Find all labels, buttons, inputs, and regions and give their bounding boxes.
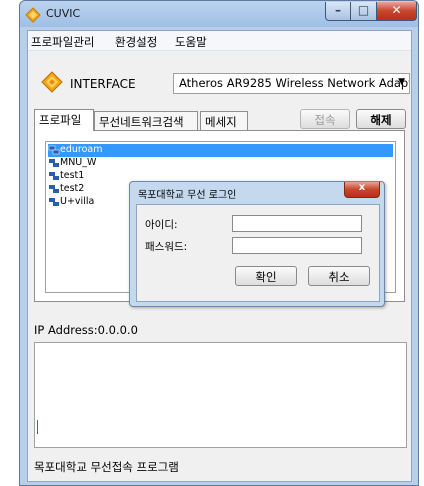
cancel-button[interactable]: 취소 <box>308 266 370 286</box>
diamond-logo-icon <box>41 71 63 93</box>
menu-settings[interactable]: 환경설정 <box>115 34 157 50</box>
window-title: CUVIC <box>46 7 81 20</box>
interface-label: INTERFACE <box>70 77 136 91</box>
id-field[interactable] <box>232 215 362 232</box>
dialog-body: 아이디: 패스워드: 확인 취소 <box>136 204 380 302</box>
title-bar[interactable]: CUVIC – □ ✕ <box>20 1 418 29</box>
password-field[interactable] <box>232 237 362 254</box>
menu-profile-management[interactable]: 프로파일관리 <box>31 34 94 50</box>
app-window: CUVIC – □ ✕ 프로파일관리 환경설정 도움말 INTERFACE At… <box>19 0 419 486</box>
connect-button[interactable]: 접속 <box>300 109 350 129</box>
disconnect-button[interactable]: 해제 <box>356 109 406 129</box>
log-textarea[interactable] <box>34 342 407 448</box>
close-icon: x <box>358 182 366 193</box>
list-item[interactable]: eduroam <box>48 144 393 157</box>
network-profile-icon <box>49 158 59 167</box>
client-area: 프로파일관리 환경설정 도움말 INTERFACE Atheros AR9285… <box>27 30 412 482</box>
status-text: 목포대학교 무선접속 프로그램 <box>34 460 179 474</box>
minimize-button[interactable]: – <box>325 2 351 21</box>
tab-messages[interactable]: 메세지 <box>200 111 248 130</box>
list-item[interactable]: MNU_W <box>48 157 393 170</box>
ip-address-label: IP Address:0.0.0.0 <box>34 323 138 337</box>
network-profile-icon <box>49 184 59 193</box>
diamond-logo-icon <box>25 7 41 23</box>
interface-select[interactable]: Atheros AR9285 Wireless Network Adapte ▼ <box>173 73 410 94</box>
dialog-close-button[interactable]: x <box>344 182 380 198</box>
menu-help[interactable]: 도움말 <box>175 34 207 50</box>
id-label: 아이디: <box>145 219 178 231</box>
network-profile-icon <box>48 145 60 154</box>
text-caret <box>37 420 38 434</box>
login-dialog: 목포대학교 무선 로그인 x 아이디: 패스워드: 확인 취소 <box>129 181 385 307</box>
interface-select-value: Atheros AR9285 Wireless Network Adapte <box>179 76 410 90</box>
tab-wireless-search[interactable]: 무선네트워크검색 <box>94 111 198 130</box>
network-profile-icon <box>49 171 59 180</box>
maximize-button[interactable]: □ <box>351 2 377 21</box>
dialog-title: 목포대학교 무선 로그인 <box>138 190 237 201</box>
tab-profile[interactable]: 프로파일 <box>34 109 94 131</box>
menu-bar: 프로파일관리 환경설정 도움말 <box>28 31 411 51</box>
ok-button[interactable]: 확인 <box>235 266 297 286</box>
chevron-down-icon: ▼ <box>398 77 405 87</box>
network-profile-icon <box>49 197 59 206</box>
password-label: 패스워드: <box>145 241 188 253</box>
close-button[interactable]: ✕ <box>377 2 417 21</box>
